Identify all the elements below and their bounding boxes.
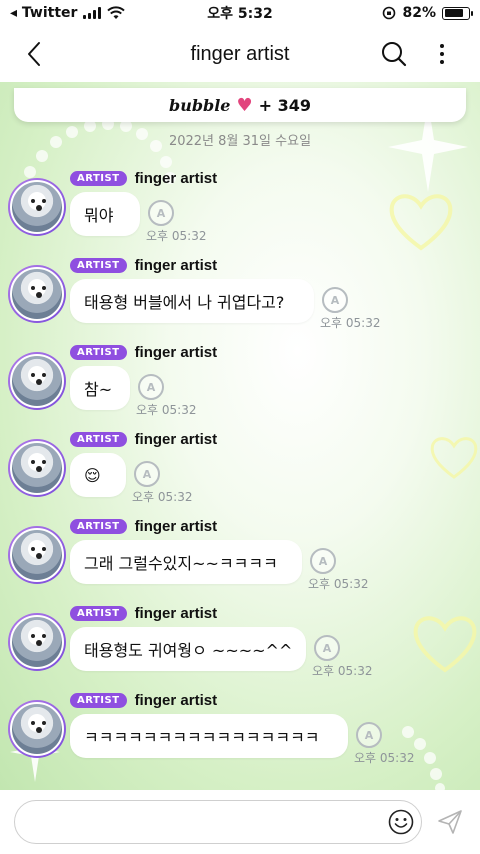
message-row: ARTIST finger artist 태용형 버블에서 나 귀엽다고? A 오후 0…	[8, 257, 468, 344]
message-meta: ARTIST finger artist	[70, 344, 217, 361]
translate-icon[interactable]: A	[322, 287, 348, 313]
message-time: 오후 05:32	[308, 577, 369, 591]
translate-icon[interactable]: A	[314, 635, 340, 661]
cellular-signal-icon	[83, 7, 102, 19]
message-meta: ARTIST finger artist	[70, 170, 217, 187]
chat-header: finger artist	[0, 26, 480, 82]
translate-icon[interactable]: A	[134, 461, 160, 487]
input-bar	[0, 790, 480, 854]
message-bubble[interactable]: 뭐야	[70, 192, 140, 236]
avatar-image	[10, 354, 64, 408]
sender-name: finger artist	[134, 257, 218, 274]
avatar[interactable]	[8, 178, 66, 236]
avatar-image	[10, 702, 64, 756]
message-time: 오후 05:32	[354, 751, 415, 765]
message-meta: ARTIST finger artist	[70, 692, 217, 709]
sender-name: finger artist	[134, 431, 218, 448]
translate-icon[interactable]: A	[310, 548, 336, 574]
bubble-count-banner[interactable]: bubble ♥ + 349	[14, 88, 466, 122]
back-button[interactable]	[18, 38, 50, 70]
translate-icon[interactable]: A	[148, 200, 174, 226]
chevron-left-icon	[28, 42, 40, 66]
message-row: ARTIST finger artist 그래 그럴수있지~~ㅋㅋㅋㅋ A 오후 05:…	[8, 518, 468, 605]
avatar-image	[10, 441, 64, 495]
message-bubble[interactable]: 태용형도 귀여웡ㅇ ~~~~^^	[70, 627, 306, 671]
message-meta: ARTIST finger artist	[70, 431, 217, 448]
back-to-app-label[interactable]: ◂ Twitter	[10, 5, 77, 21]
send-icon[interactable]	[436, 808, 464, 836]
artist-badge: ARTIST	[70, 345, 127, 360]
avatar[interactable]	[8, 439, 66, 497]
message-bubble[interactable]: 참~	[70, 366, 130, 410]
message-bubble[interactable]: 😌	[70, 453, 126, 497]
search-button[interactable]	[378, 38, 410, 70]
artist-badge: ARTIST	[70, 519, 127, 534]
avatar-image	[10, 615, 64, 669]
avatar[interactable]	[8, 526, 66, 584]
status-right: 82%	[382, 5, 473, 21]
message-row: ARTIST finger artist 😌 A 오후 05:32	[8, 431, 468, 518]
artist-badge: ARTIST	[70, 258, 127, 273]
message-time: 오후 05:32	[146, 229, 207, 243]
avatar[interactable]	[8, 613, 66, 671]
message-time: 오후 05:32	[312, 664, 373, 678]
message-bubble[interactable]: 태용형 버블에서 나 귀엽다고?	[70, 279, 314, 323]
message-time: 오후 05:32	[320, 316, 381, 330]
artist-badge: ARTIST	[70, 606, 127, 621]
wifi-icon	[107, 6, 126, 19]
bubble-brand: bubble	[169, 95, 231, 115]
sender-name: finger artist	[134, 170, 218, 187]
avatar-image	[10, 180, 64, 234]
message-meta: ARTIST finger artist	[70, 257, 217, 274]
chat-area[interactable]: bubble ♥ + 349 2022년 8월 31일 수요일 ARTIST fi…	[0, 82, 480, 790]
avatar[interactable]	[8, 700, 66, 758]
status-bar: ◂ Twitter 오후 5:32 82%	[0, 0, 480, 26]
battery-icon	[442, 6, 473, 20]
rotation-lock-icon	[383, 6, 396, 20]
message-input[interactable]	[14, 800, 422, 844]
bubble-count: + 349	[258, 95, 311, 115]
sender-name: finger artist	[134, 518, 218, 535]
more-vertical-icon[interactable]	[430, 38, 454, 70]
artist-badge: ARTIST	[70, 693, 127, 708]
smiley-icon[interactable]	[388, 809, 414, 835]
message-meta: ARTIST finger artist	[70, 518, 217, 535]
message-row: ARTIST finger artist ㅋㅋㅋㅋㅋㅋㅋㅋㅋㅋㅋㅋㅋㅋㅋㅋ A 오후 0…	[8, 692, 468, 779]
status-left: ◂ Twitter	[10, 5, 126, 21]
battery-percent: 82%	[402, 5, 436, 21]
avatar-image	[10, 528, 64, 582]
message-row: ARTIST finger artist 태용형도 귀여웡ㅇ ~~~~^^ A 오후 0…	[8, 605, 468, 692]
avatar-image	[10, 267, 64, 321]
avatar[interactable]	[8, 352, 66, 410]
message-row: ARTIST finger artist 참~ A 오후 05:32	[8, 344, 468, 431]
sender-name: finger artist	[134, 692, 218, 709]
translate-icon[interactable]: A	[356, 722, 382, 748]
message-row: ARTIST finger artist 뭐야 A 오후 05:32	[8, 170, 468, 257]
artist-badge: ARTIST	[70, 432, 127, 447]
message-meta: ARTIST finger artist	[70, 605, 217, 622]
translate-icon[interactable]: A	[138, 374, 164, 400]
sender-name: finger artist	[134, 344, 218, 361]
battery-fill	[444, 9, 464, 17]
heart-icon: ♥	[236, 94, 253, 116]
sender-name: finger artist	[134, 605, 218, 622]
avatar[interactable]	[8, 265, 66, 323]
artist-badge: ARTIST	[70, 171, 127, 186]
date-separator: 2022년 8월 31일 수요일	[168, 134, 312, 149]
search-icon	[382, 42, 407, 67]
message-time: 오후 05:32	[136, 403, 197, 417]
message-time: 오후 05:32	[132, 490, 193, 504]
message-bubble[interactable]: ㅋㅋㅋㅋㅋㅋㅋㅋㅋㅋㅋㅋㅋㅋㅋㅋ	[70, 714, 348, 758]
message-bubble[interactable]: 그래 그럴수있지~~ㅋㅋㅋㅋ	[70, 540, 302, 584]
